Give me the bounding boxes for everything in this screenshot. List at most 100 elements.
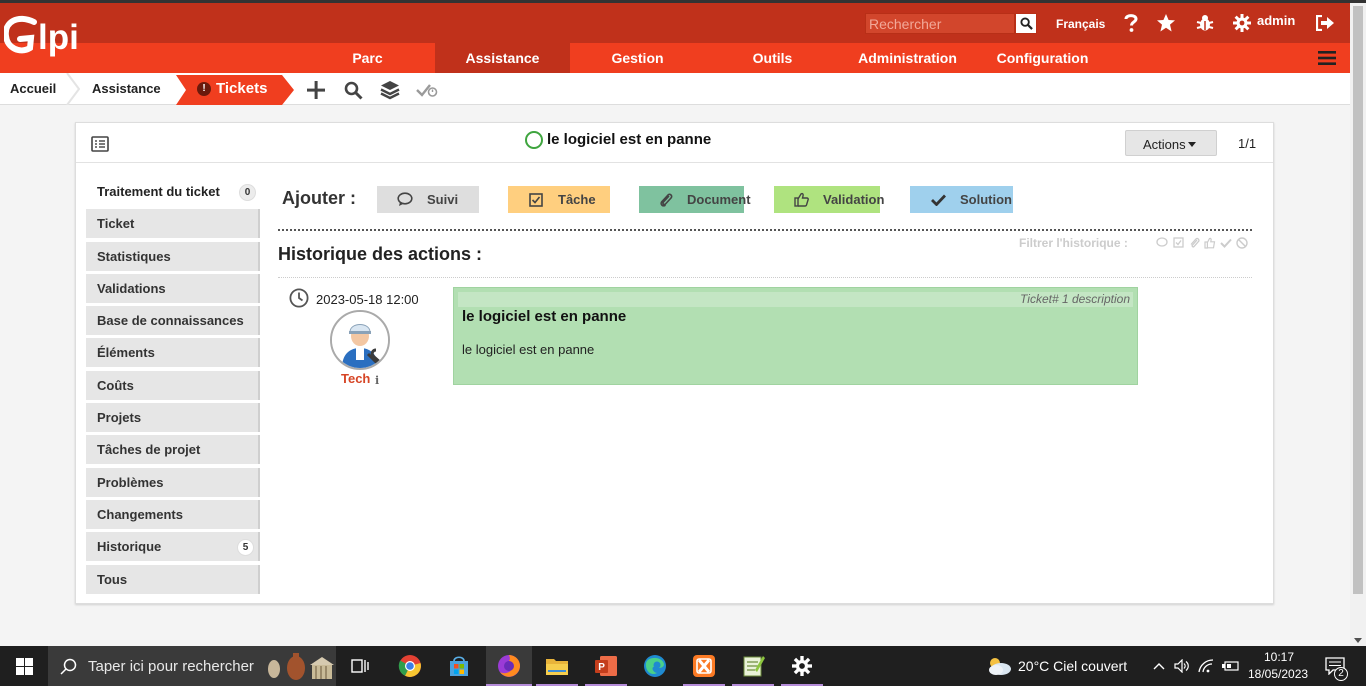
add-icon[interactable] bbox=[305, 79, 327, 101]
ticket-header: le logiciel est en panne Actions 1/1 bbox=[76, 123, 1273, 163]
tab-label: Historique bbox=[97, 539, 162, 555]
hamburger-menu-icon[interactable] bbox=[1317, 48, 1337, 68]
tab-statistiques[interactable]: Statistiques bbox=[86, 241, 260, 271]
taskbar-date[interactable]: 18/05/2023 bbox=[1248, 667, 1308, 681]
search-button[interactable] bbox=[1015, 13, 1037, 34]
layers-icon[interactable] bbox=[379, 79, 401, 101]
store-icon[interactable] bbox=[443, 646, 475, 686]
filter-solution-icon[interactable] bbox=[1219, 236, 1233, 249]
history-filter bbox=[1155, 236, 1249, 249]
powerpoint-icon[interactable]: P bbox=[590, 646, 622, 686]
actions-dropdown[interactable]: Actions bbox=[1125, 130, 1217, 156]
file-explorer-icon[interactable] bbox=[541, 646, 573, 686]
add-followup-label: Suivi bbox=[427, 192, 459, 207]
tab-changements[interactable]: Changements bbox=[86, 499, 260, 529]
firefox-icon[interactable] bbox=[486, 646, 532, 686]
menu-gestion[interactable]: Gestion bbox=[570, 43, 705, 73]
scroll-down-icon[interactable] bbox=[1354, 638, 1362, 643]
add-validation-button[interactable]: Validation bbox=[774, 186, 884, 213]
add-followup-button[interactable]: Suivi bbox=[377, 186, 479, 213]
weather-text[interactable]: 20°C Ciel couvert bbox=[1018, 658, 1127, 674]
breadcrumb-home[interactable]: Accueil bbox=[10, 73, 56, 105]
menu-assistance[interactable]: Assistance bbox=[435, 43, 570, 73]
validate-icon[interactable] bbox=[416, 79, 438, 101]
glpi-logo[interactable]: lpi bbox=[4, 12, 104, 68]
search-icon bbox=[1019, 17, 1033, 30]
add-solution-button[interactable]: Solution bbox=[910, 186, 1013, 213]
page-scrollbar[interactable] bbox=[1350, 3, 1366, 646]
history-entry-author[interactable]: Tech bbox=[341, 371, 370, 386]
history-entry-meta: Ticket# 1 description bbox=[458, 292, 1133, 307]
search-list-icon[interactable] bbox=[342, 79, 364, 101]
start-button[interactable] bbox=[0, 646, 48, 686]
bug-icon[interactable] bbox=[1195, 13, 1215, 33]
scrollbar-thumb[interactable] bbox=[1353, 6, 1363, 594]
tab-tous[interactable]: Tous bbox=[86, 564, 260, 594]
edge-icon[interactable] bbox=[639, 646, 671, 686]
tab-ticket[interactable]: Ticket bbox=[86, 209, 260, 239]
menu-outils[interactable]: Outils bbox=[705, 43, 840, 73]
search-highlight-image bbox=[266, 651, 334, 683]
menu-administration[interactable]: Administration bbox=[840, 43, 975, 73]
tab-problemes[interactable]: Problèmes bbox=[86, 467, 260, 497]
add-task-button[interactable]: Tâche bbox=[508, 186, 610, 213]
settings-gear-icon[interactable] bbox=[786, 646, 818, 686]
breadcrumb-assistance[interactable]: Assistance bbox=[92, 73, 161, 105]
windows-logo-icon bbox=[15, 657, 33, 675]
separator bbox=[278, 277, 1252, 278]
filter-document-icon[interactable] bbox=[1187, 236, 1201, 249]
menu-configuration[interactable]: Configuration bbox=[975, 43, 1110, 73]
pager: 1/1 bbox=[1238, 136, 1257, 151]
breadcrumb-separator bbox=[66, 73, 80, 105]
user-menu[interactable]: admin bbox=[1257, 13, 1295, 28]
star-icon[interactable] bbox=[1156, 13, 1176, 33]
menu-parc[interactable]: Parc bbox=[300, 43, 435, 73]
tab-taches-de-projet[interactable]: Tâches de projet bbox=[86, 435, 260, 465]
filter-task-icon[interactable] bbox=[1171, 236, 1185, 249]
tab-historique[interactable]: Historique 5 bbox=[86, 532, 260, 562]
checkbox-icon bbox=[528, 192, 544, 208]
avatar bbox=[330, 310, 390, 370]
info-icon[interactable]: i bbox=[375, 374, 379, 387]
weather-cloud-icon[interactable] bbox=[984, 646, 1014, 686]
tab-traitement[interactable]: Traitement du ticket 0 bbox=[86, 177, 260, 206]
svg-text:lpi: lpi bbox=[38, 18, 79, 57]
main-menu: Parc Assistance Gestion Outils Administr… bbox=[0, 43, 1350, 73]
language-selector[interactable]: Français bbox=[1056, 17, 1105, 31]
battery-icon[interactable] bbox=[1221, 646, 1239, 686]
tab-elements[interactable]: Éléments bbox=[86, 338, 260, 368]
tab-couts[interactable]: Coûts bbox=[86, 370, 260, 400]
add-validation-label: Validation bbox=[823, 192, 885, 207]
search-input[interactable]: Rechercher bbox=[865, 13, 1015, 34]
tab-validations[interactable]: Validations bbox=[86, 273, 260, 303]
paperclip-icon bbox=[659, 192, 673, 208]
volume-icon[interactable] bbox=[1173, 646, 1191, 686]
task-view-icon[interactable] bbox=[344, 646, 376, 686]
filter-validation-icon[interactable] bbox=[1203, 236, 1217, 249]
taskbar-time[interactable]: 10:17 bbox=[1264, 650, 1294, 664]
tab-base-de-connaissances[interactable]: Base de connaissances bbox=[86, 306, 260, 336]
chevron-up-icon[interactable] bbox=[1150, 646, 1168, 686]
list-icon[interactable] bbox=[91, 136, 109, 152]
svg-text:P: P bbox=[598, 662, 605, 673]
filter-reset-icon[interactable] bbox=[1235, 236, 1249, 249]
xampp-icon[interactable] bbox=[688, 646, 720, 686]
status-new-icon bbox=[525, 131, 543, 149]
logout-icon[interactable] bbox=[1315, 13, 1335, 33]
chrome-icon[interactable] bbox=[394, 646, 426, 686]
notification-badge: 2 bbox=[1334, 667, 1348, 681]
gear-icon[interactable] bbox=[1232, 13, 1252, 33]
help-icon[interactable] bbox=[1121, 13, 1141, 33]
add-document-button[interactable]: Document bbox=[639, 186, 751, 213]
notepad-plus-icon[interactable] bbox=[737, 646, 769, 686]
taskbar-search-text: Taper ici pour rechercher bbox=[88, 658, 254, 675]
history-entry-body: le logiciel est en panne bbox=[462, 342, 595, 357]
add-label: Ajouter : bbox=[282, 188, 356, 208]
clock-icon bbox=[289, 288, 309, 308]
thumbs-up-icon bbox=[794, 192, 809, 208]
search-icon bbox=[60, 658, 77, 675]
filter-followup-icon[interactable] bbox=[1155, 236, 1169, 249]
wifi-icon[interactable] bbox=[1197, 646, 1215, 686]
tab-projets[interactable]: Projets bbox=[86, 403, 260, 433]
breadcrumb-tickets[interactable]: Tickets bbox=[216, 73, 267, 105]
